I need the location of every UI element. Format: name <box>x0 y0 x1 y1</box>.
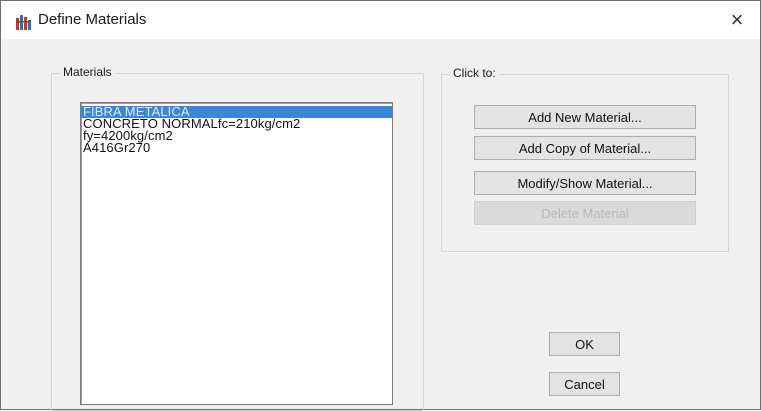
materials-group-label: Materials <box>60 65 115 79</box>
materials-list[interactable]: FIBRA METALICA CONCRETO NORMALfc=210kg/cm… <box>80 102 393 405</box>
modify-show-material-button[interactable]: Modify/Show Material... <box>474 171 696 195</box>
material-list-item[interactable]: A416Gr270 <box>81 141 392 154</box>
dialog-body: Materials FIBRA METALICA CONCRETO NORMALf… <box>1 39 760 411</box>
window-title: Define Materials <box>38 11 147 28</box>
materials-list-items: FIBRA METALICA CONCRETO NORMALfc=210kg/cm… <box>81 103 392 154</box>
title-bar[interactable]: Define Materials × <box>1 1 760 39</box>
close-icon: × <box>730 7 744 32</box>
app-icon <box>16 15 31 30</box>
define-materials-dialog: Define Materials × Materials FIBRA METAL… <box>0 0 761 411</box>
add-new-material-button[interactable]: Add New Material... <box>474 105 696 129</box>
click-to-group-label: Click to: <box>450 66 499 80</box>
materials-group: Materials FIBRA METALICA CONCRETO NORMALf… <box>51 65 424 411</box>
ok-button[interactable]: OK <box>549 332 620 356</box>
cancel-button[interactable]: Cancel <box>549 372 620 396</box>
add-copy-material-button[interactable]: Add Copy of Material... <box>474 136 696 160</box>
delete-material-button[interactable]: Delete Material <box>474 201 696 225</box>
close-button[interactable]: × <box>714 1 760 39</box>
